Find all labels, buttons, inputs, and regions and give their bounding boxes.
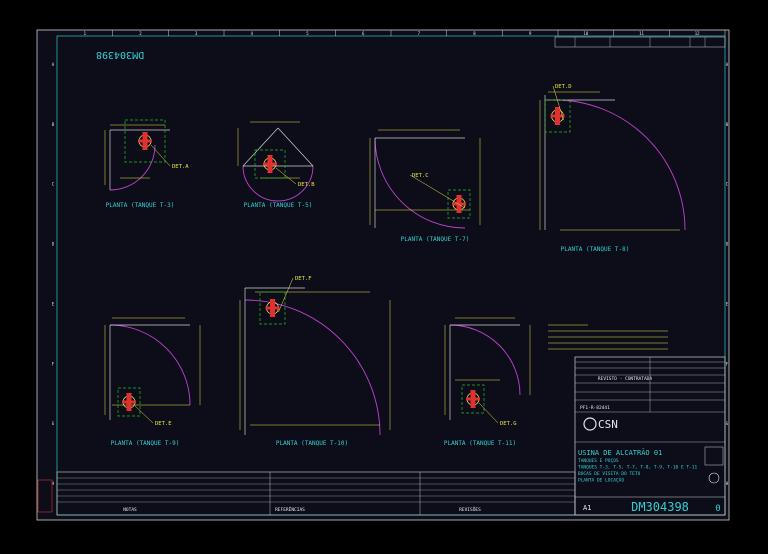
view-title: PLANTA (TANQUE T-9)	[111, 440, 180, 447]
sheet-number: 0	[715, 504, 720, 514]
detail-callout: DET.A	[172, 164, 189, 170]
drawing-subtitle: TANQUES E POÇOS	[578, 458, 619, 464]
border-number-top: 10	[583, 31, 588, 36]
manhole-flange	[452, 202, 466, 206]
detail-callout: DET.G	[500, 421, 517, 427]
notes-label: NOTAS	[123, 507, 137, 513]
detail-callout: DET.E	[155, 421, 172, 427]
cad-drawing: 1 2 3 4 5 6 7 8 9 10 11 12A AB BC CD DE EF FG GH HDM304398P…	[36, 29, 730, 521]
border-number-top: 11	[639, 31, 644, 36]
manhole-flange	[122, 400, 136, 404]
border-number-top: 12	[695, 31, 700, 36]
view-title: PLANTA (TANQUE T-3)	[106, 202, 175, 209]
detail-callout: DET.D	[555, 84, 572, 90]
manhole-flange	[138, 139, 152, 143]
revisions-label: REVISÕES	[459, 506, 481, 513]
drawing-subtitle: TANQUES T-3, T-5, T-7, T-8, T-9, T-10 E …	[578, 465, 697, 471]
sheet-size: A1	[583, 504, 591, 512]
detail-callout: DET.C	[412, 173, 429, 179]
manhole-flange	[263, 162, 277, 166]
manhole-flange	[466, 397, 480, 401]
view-title: PLANTA (TANQUE T-7)	[401, 236, 470, 243]
drawing-title: USINA DE ALCATRÃO 01	[578, 448, 662, 457]
cad-viewport[interactable]: 1 2 3 4 5 6 7 8 9 10 11 12 A A B B C C D D E E F F G G H H DM304398 P…	[0, 0, 768, 554]
top-drawing-number: DM304398	[96, 49, 144, 60]
view-title: PLANTA (TANQUE T-5)	[244, 202, 313, 209]
revision-stage: REVISTO - CONTRATADA	[598, 376, 652, 382]
drawing-subtitle: BOCAS DE VISITA DO TETO	[578, 471, 641, 477]
document-code: PF1-R-82441	[580, 405, 610, 411]
drawing-number: DM304398	[631, 500, 689, 514]
drawing-subtitle: PLANTA DE LOCAÇÃO	[578, 477, 624, 484]
view-title: PLANTA (TANQUE T-8)	[561, 246, 630, 253]
view-title: PLANTA (TANQUE T-10)	[276, 440, 348, 447]
csn-logo-text: CSN	[598, 418, 618, 431]
detail-callout: DET.F	[295, 276, 312, 282]
manhole-flange	[265, 306, 280, 310]
view-title: PLANTA (TANQUE T-11)	[444, 440, 516, 447]
detail-callout: DET.B	[298, 182, 315, 188]
